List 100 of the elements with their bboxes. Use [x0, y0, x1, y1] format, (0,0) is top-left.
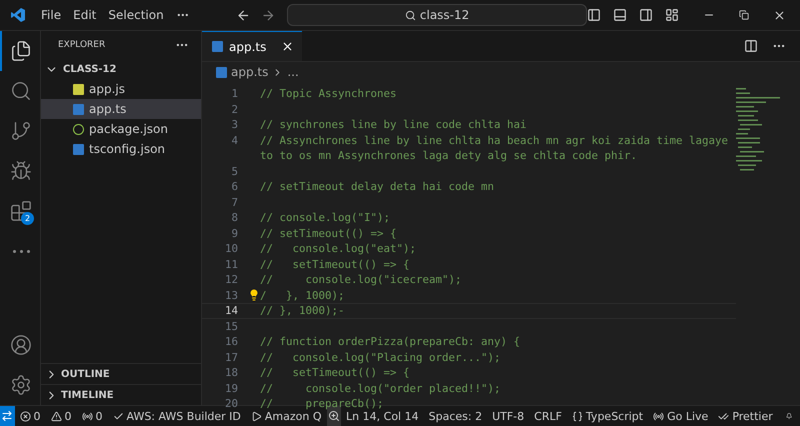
- sidebar-section[interactable]: OUTLINE: [41, 363, 201, 384]
- line-number: 14: [224, 304, 238, 318]
- explorer-entry[interactable]: tsconfig.json: [41, 139, 201, 159]
- code-comment: // console.log("Placing order...");: [260, 350, 501, 364]
- status-item[interactable]: Amazon Q: [246, 410, 327, 422]
- status-item[interactable]: 0: [14, 410, 46, 422]
- breadcrumb-item[interactable]: ...: [287, 65, 299, 79]
- status-item[interactable]: Go Live: [648, 410, 714, 422]
- file-type-icon: [73, 144, 84, 154]
- line-number: 10: [224, 242, 238, 256]
- status-item[interactable]: CRLF: [529, 410, 567, 422]
- file-type-icon: [73, 124, 84, 134]
- remote-icon: [1, 410, 14, 422]
- file-type-icon: [212, 41, 223, 52]
- code-comment: // }, 1000);-: [260, 304, 345, 318]
- explorer-entry[interactable]: package.json: [41, 119, 201, 139]
- line-number: 2: [230, 102, 238, 116]
- status-item[interactable]: UTF-8: [487, 410, 530, 422]
- editor-tab[interactable]: app.ts: [202, 31, 302, 61]
- error-icon: [20, 410, 31, 422]
- lightbulb-icon[interactable]: [248, 289, 260, 302]
- activity-bar-item[interactable]: 2: [0, 191, 40, 231]
- status-item[interactable]: Spaces: 2: [424, 410, 488, 422]
- line-number: 6: [230, 180, 238, 194]
- folder-row[interactable]: CLASS-12: [41, 59, 201, 79]
- line-number: 20: [224, 397, 238, 410]
- status-item[interactable]: TypeScript: [566, 410, 648, 422]
- more-icon: [12, 250, 30, 252]
- line-number: 4: [230, 134, 238, 147]
- sidebar-toggle-icon[interactable]: [586, 8, 601, 22]
- line-number: 1: [230, 87, 238, 100]
- file-type-icon: [73, 84, 84, 94]
- app-logo-icon: [10, 7, 26, 23]
- search-field[interactable]: class-12: [287, 4, 587, 26]
- sidebar-title: EXPLORER: [58, 40, 106, 50]
- back-arrow-icon[interactable]: [236, 8, 251, 22]
- line-number: 5: [230, 164, 238, 178]
- code-comment: // console.log("eat");: [260, 242, 416, 256]
- forward-arrow-icon[interactable]: [260, 8, 276, 22]
- run-debug-icon: [10, 160, 32, 182]
- line-number: 3: [230, 118, 238, 132]
- menu-item[interactable]: Edit: [67, 8, 102, 22]
- code-comment: // console.log("I");: [260, 211, 390, 224]
- code-comment: // setTimeout(() => {: [260, 226, 397, 240]
- line-number: 16: [224, 335, 238, 348]
- code-comment: // prepareCb();: [260, 397, 384, 410]
- code-comment: // setTimeout(() => {: [260, 258, 410, 271]
- split-editor-icon[interactable]: [744, 39, 758, 53]
- source-control-icon: [10, 120, 32, 142]
- play-icon: [250, 410, 262, 422]
- line-number: 13: [224, 288, 238, 302]
- line-number: 7: [230, 196, 238, 209]
- search-icon: [10, 80, 32, 102]
- warning-icon: [50, 410, 62, 422]
- extensions-icon: [10, 200, 32, 222]
- file-type-icon: [216, 66, 227, 78]
- restore-icon[interactable]: [738, 10, 749, 20]
- count-badge: 2: [21, 212, 34, 225]
- close-icon[interactable]: [281, 40, 294, 53]
- line-number: 12: [224, 273, 238, 286]
- line-number: 9: [230, 226, 238, 240]
- zoom-icon: [328, 410, 340, 422]
- remote-button[interactable]: [0, 406, 15, 426]
- files-icon: [10, 40, 32, 62]
- status-item[interactable]: 0: [76, 410, 108, 422]
- line-number: 8: [230, 211, 238, 224]
- status-item[interactable]: Prettier: [713, 410, 778, 422]
- close-icon[interactable]: [772, 8, 786, 22]
- code-comment: / }, 1000);: [260, 288, 345, 302]
- code-comment: to to os mn Assynchrones laga dety alg se chlta code phir.: [260, 149, 638, 162]
- panel-toggle-icon[interactable]: [612, 8, 627, 22]
- double-check-icon: [718, 410, 730, 422]
- search-icon: [404, 10, 416, 20]
- explorer-entry[interactable]: app.js: [41, 79, 201, 99]
- layout-icon[interactable]: [664, 8, 679, 22]
- broadcast-icon: [82, 410, 93, 422]
- status-item[interactable]: 0: [46, 410, 77, 422]
- line-number: 17: [224, 350, 238, 364]
- file-type-icon: [73, 104, 84, 114]
- line-number: 15: [224, 320, 238, 333]
- code-comment: // Assynchrones line by line chlta ha beach mn agr koi zaida time lagaye: [260, 134, 728, 147]
- menu-item[interactable]: File: [35, 8, 68, 22]
- explorer-entry[interactable]: app.ts: [41, 99, 201, 119]
- code-comment: // function orderPizza(prepareCb: any) {: [260, 335, 520, 348]
- broadcast-icon: [653, 410, 664, 422]
- menu-item[interactable]: Selection: [102, 8, 170, 22]
- code-comment: // setTimeout delay deta hai code mn: [260, 180, 494, 194]
- status-item[interactable]: AWS: AWS Builder ID: [108, 410, 246, 422]
- code-comment: // console.log("icecream");: [260, 273, 462, 286]
- secondary-sidebar-icon[interactable]: [638, 8, 653, 22]
- breadcrumb-item[interactable]: app.ts: [231, 65, 268, 79]
- status-item[interactable]: Ln 14, Col 14: [341, 410, 424, 422]
- code-comment: // setTimeout(() => {: [260, 366, 410, 380]
- code-comment: // Topic Assynchrones: [260, 87, 397, 100]
- braces-icon: [572, 410, 583, 422]
- code-comment: // console.log("order placed!!");: [260, 382, 501, 395]
- code-comment: // synchrones line by line code chlta hai: [260, 118, 527, 132]
- line-number: 19: [224, 382, 238, 395]
- check-icon: [112, 410, 124, 422]
- line-number: 11: [224, 258, 238, 271]
